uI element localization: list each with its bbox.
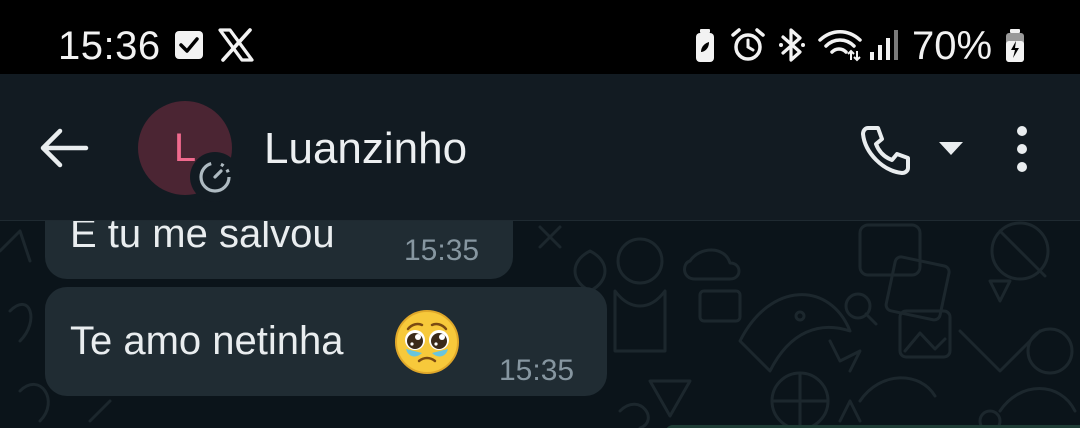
- bluetooth-icon: [779, 28, 805, 62]
- signal-icon: [870, 30, 898, 60]
- message-bubble[interactable]: E tu me salvou 15:35: [45, 221, 513, 279]
- message-time: 15:35: [499, 354, 575, 387]
- back-arrow-icon[interactable]: [36, 126, 92, 170]
- battery-charging-icon: [1006, 29, 1024, 62]
- wifi-icon: [818, 30, 862, 62]
- status-time: 15:36: [58, 24, 161, 68]
- call-dropdown-icon[interactable]: [938, 140, 964, 156]
- message-time: 15:35: [404, 234, 480, 267]
- check-box-notification-icon: [175, 31, 203, 59]
- battery-saver-icon: [696, 29, 714, 62]
- more-options-icon[interactable]: [1006, 124, 1038, 174]
- x-logo-icon: [218, 28, 254, 62]
- pleading-face-emoji-icon: [395, 310, 459, 374]
- status-bar: 15:36 70%: [0, 0, 1080, 74]
- battery-percent: 70%: [912, 24, 993, 68]
- phone-call-icon[interactable]: [858, 122, 914, 178]
- chat-header: L Luanzinho: [0, 74, 1080, 221]
- message-text: Te amo netinha: [70, 319, 344, 363]
- message-bubble[interactable]: Te amo netinha 15:35: [45, 287, 607, 396]
- message-list[interactable]: E tu me salvou 15:35 Te amo netinha 15:3…: [0, 221, 1080, 428]
- contact-name[interactable]: Luanzinho: [264, 124, 467, 174]
- disappearing-messages-badge: [190, 152, 240, 202]
- message-text: E tu me salvou: [70, 221, 335, 256]
- timer-icon: [199, 161, 231, 193]
- alarm-icon: [731, 28, 765, 61]
